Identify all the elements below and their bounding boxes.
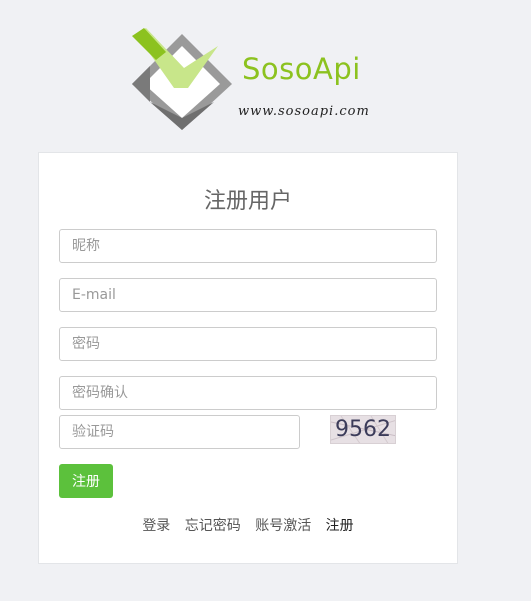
password-confirm-input[interactable] <box>59 376 437 410</box>
sosoapi-logo-icon <box>132 28 232 130</box>
register-card: 注册用户 9562 注册 登录 忘记密码 账号激活 注册 <box>38 152 458 564</box>
footer-links: 登录 忘记密码 账号激活 注册 <box>39 515 457 535</box>
email-input[interactable] <box>59 278 437 312</box>
nickname-input[interactable] <box>59 229 437 263</box>
activate-account-link[interactable]: 账号激活 <box>255 518 311 534</box>
forgot-password-link[interactable]: 忘记密码 <box>185 518 241 534</box>
register-link[interactable]: 注册 <box>326 518 354 534</box>
login-link[interactable]: 登录 <box>142 518 170 534</box>
header-logo: SosoApi www.sosoapi.com <box>0 0 531 150</box>
password-input[interactable] <box>59 327 437 361</box>
captcha-input[interactable] <box>59 415 300 449</box>
page-title: 注册用户 <box>203 189 292 214</box>
brand-url: www.sosoapi.com <box>238 104 370 119</box>
register-button[interactable]: 注册 <box>59 464 113 498</box>
captcha-image[interactable]: 9562 <box>330 415 396 444</box>
captcha-text: 9562 <box>335 417 391 442</box>
brand-name: SosoApi <box>242 52 361 86</box>
